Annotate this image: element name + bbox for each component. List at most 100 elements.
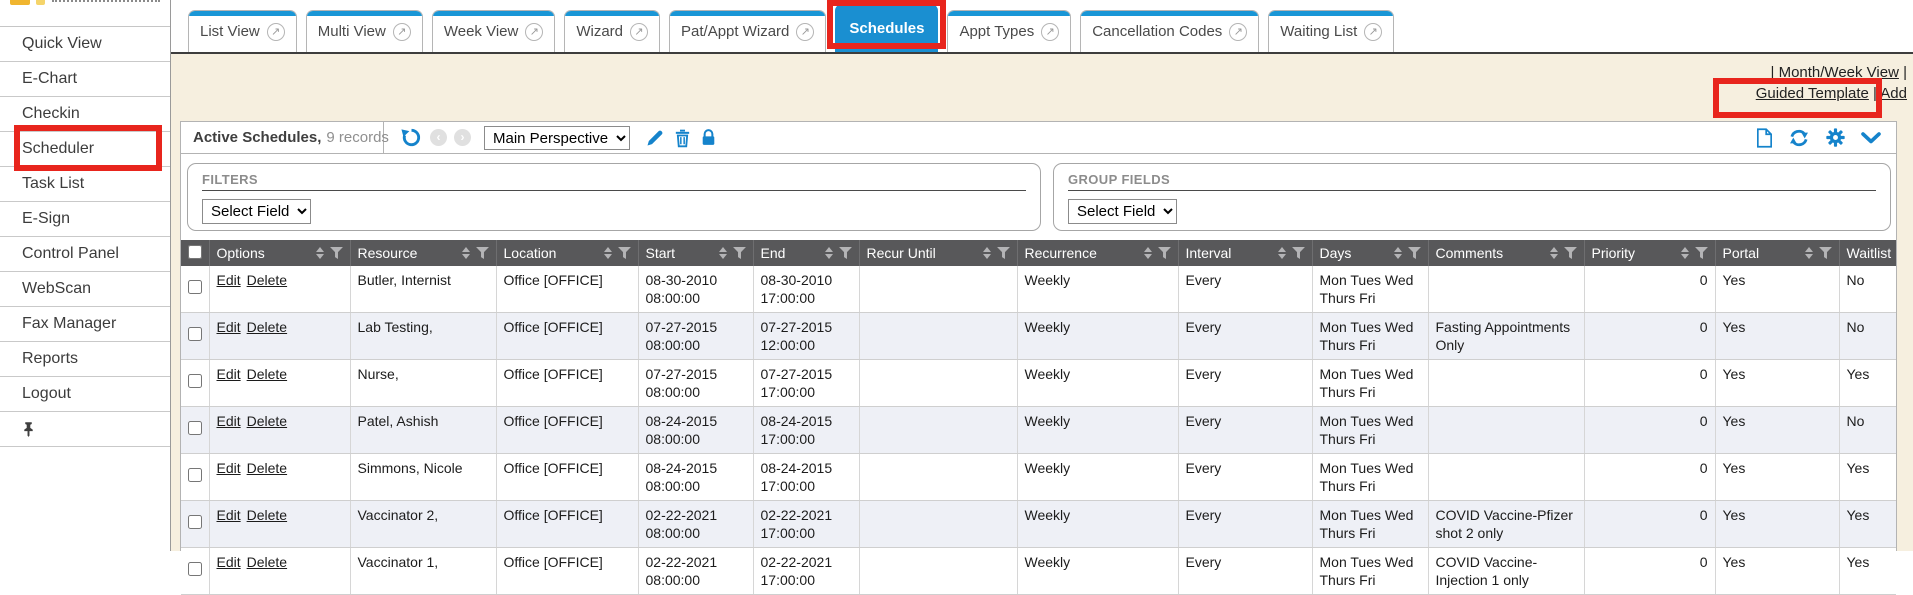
column-header-waitlist-po[interactable]: Waitlist Po bbox=[1839, 240, 1896, 266]
column-header-location[interactable]: Location bbox=[496, 240, 638, 266]
column-header-interval[interactable]: Interval bbox=[1178, 240, 1312, 266]
sort-icon[interactable] bbox=[1144, 247, 1152, 259]
delete-link[interactable]: Delete bbox=[247, 413, 287, 429]
sidebar-item-webscan[interactable]: WebScan bbox=[0, 272, 170, 307]
select-all-checkbox[interactable] bbox=[188, 245, 202, 259]
edit-link[interactable]: Edit bbox=[217, 366, 241, 382]
filter-funnel-icon[interactable] bbox=[733, 247, 746, 259]
edit-link[interactable]: Edit bbox=[217, 460, 241, 476]
popout-icon[interactable]: ↗ bbox=[525, 23, 543, 41]
filter-funnel-icon[interactable] bbox=[1292, 247, 1305, 259]
filters-field-select[interactable]: Select Field bbox=[202, 199, 311, 224]
tab-list-view[interactable]: List View ↗ bbox=[188, 10, 297, 52]
tab-wizard[interactable]: Wizard ↗ bbox=[564, 10, 660, 52]
sidebar-item-task-list[interactable]: Task List bbox=[0, 167, 170, 202]
tab-schedules[interactable]: Schedules bbox=[835, 4, 938, 52]
column-header-start[interactable]: Start bbox=[638, 240, 753, 266]
filter-funnel-icon[interactable] bbox=[1564, 247, 1577, 259]
popout-icon[interactable]: ↗ bbox=[796, 23, 814, 41]
edit-link[interactable]: Edit bbox=[217, 507, 241, 523]
group-field-select[interactable]: Select Field bbox=[1068, 199, 1177, 224]
tab-waiting-list[interactable]: Waiting List ↗ bbox=[1268, 10, 1394, 52]
popout-icon[interactable]: ↗ bbox=[393, 23, 411, 41]
add-link[interactable]: Add bbox=[1880, 85, 1907, 102]
sort-icon[interactable] bbox=[604, 247, 612, 259]
sidebar-item-control-panel[interactable]: Control Panel bbox=[0, 237, 170, 272]
gear-icon[interactable] bbox=[1825, 127, 1846, 148]
delete-link[interactable]: Delete bbox=[247, 554, 287, 570]
row-checkbox[interactable] bbox=[188, 421, 202, 435]
sort-icon[interactable] bbox=[316, 247, 324, 259]
edit-link[interactable]: Edit bbox=[217, 413, 241, 429]
column-header-recur-until[interactable]: Recur Until bbox=[859, 240, 1017, 266]
perspective-select[interactable]: Main Perspective bbox=[484, 126, 630, 150]
delete-link[interactable]: Delete bbox=[247, 507, 287, 523]
sort-icon[interactable] bbox=[1394, 247, 1402, 259]
column-header-comments[interactable]: Comments bbox=[1428, 240, 1584, 266]
filter-funnel-icon[interactable] bbox=[330, 247, 343, 259]
filter-funnel-icon[interactable] bbox=[618, 247, 631, 259]
sort-icon[interactable] bbox=[1550, 247, 1558, 259]
filter-funnel-icon[interactable] bbox=[997, 247, 1010, 259]
popout-icon[interactable]: ↗ bbox=[267, 23, 285, 41]
filter-funnel-icon[interactable] bbox=[476, 247, 489, 259]
sidebar-item-e-chart[interactable]: E-Chart bbox=[0, 62, 170, 97]
sort-icon[interactable] bbox=[1681, 247, 1689, 259]
delete-link[interactable]: Delete bbox=[247, 366, 287, 382]
popout-icon[interactable]: ↗ bbox=[1364, 23, 1382, 41]
sidebar-item-fax-manager[interactable]: Fax Manager bbox=[0, 307, 170, 342]
new-document-icon[interactable] bbox=[1756, 128, 1773, 148]
trash-icon[interactable] bbox=[674, 128, 691, 148]
filter-funnel-icon[interactable] bbox=[839, 247, 852, 259]
row-checkbox[interactable] bbox=[188, 515, 202, 529]
sidebar-pin-button[interactable] bbox=[0, 412, 170, 447]
sort-icon[interactable] bbox=[825, 247, 833, 259]
sidebar-item-checkin[interactable]: Checkin bbox=[0, 97, 170, 132]
sort-icon[interactable] bbox=[1278, 247, 1286, 259]
tab-week-view[interactable]: Week View ↗ bbox=[432, 10, 555, 52]
filter-funnel-icon[interactable] bbox=[1695, 247, 1708, 259]
delete-link[interactable]: Delete bbox=[247, 460, 287, 476]
guided-template-link[interactable]: Guided Template bbox=[1756, 85, 1869, 102]
row-checkbox[interactable] bbox=[188, 280, 202, 294]
sort-icon[interactable] bbox=[1805, 247, 1813, 259]
filter-funnel-icon[interactable] bbox=[1819, 247, 1832, 259]
filter-funnel-icon[interactable] bbox=[1408, 247, 1421, 259]
lock-icon[interactable] bbox=[700, 128, 717, 147]
edit-link[interactable]: Edit bbox=[217, 554, 241, 570]
popout-icon[interactable]: ↗ bbox=[1041, 23, 1059, 41]
popout-icon[interactable]: ↗ bbox=[1229, 23, 1247, 41]
tab-pat-appt-wizard[interactable]: Pat/Appt Wizard ↗ bbox=[669, 10, 826, 52]
column-header-portal[interactable]: Portal bbox=[1715, 240, 1839, 266]
refresh-icon[interactable] bbox=[1788, 127, 1810, 149]
sidebar-item-quick-view[interactable]: Quick View bbox=[0, 27, 170, 62]
sidebar-item-logout[interactable]: Logout bbox=[0, 377, 170, 412]
column-header-priority[interactable]: Priority bbox=[1584, 240, 1715, 266]
column-header-resource[interactable]: Resource bbox=[350, 240, 496, 266]
row-checkbox[interactable] bbox=[188, 468, 202, 482]
delete-link[interactable]: Delete bbox=[247, 319, 287, 335]
sort-icon[interactable] bbox=[719, 247, 727, 259]
tab-cancellation-codes[interactable]: Cancellation Codes ↗ bbox=[1080, 10, 1259, 52]
column-header-options[interactable]: Options bbox=[209, 240, 350, 266]
row-checkbox[interactable] bbox=[188, 374, 202, 388]
sort-icon[interactable] bbox=[462, 247, 470, 259]
popout-icon[interactable]: ↗ bbox=[630, 23, 648, 41]
sidebar-item-e-sign[interactable]: E-Sign bbox=[0, 202, 170, 237]
undo-icon[interactable] bbox=[400, 126, 423, 149]
edit-link[interactable]: Edit bbox=[217, 319, 241, 335]
delete-link[interactable]: Delete bbox=[247, 272, 287, 288]
row-checkbox[interactable] bbox=[188, 327, 202, 341]
edit-pencil-icon[interactable] bbox=[645, 128, 665, 148]
month-week-view-link[interactable]: Month/Week View bbox=[1779, 64, 1899, 81]
edit-link[interactable]: Edit bbox=[217, 272, 241, 288]
sort-icon[interactable] bbox=[983, 247, 991, 259]
tab-multi-view[interactable]: Multi View ↗ bbox=[306, 10, 423, 52]
sidebar-item-reports[interactable]: Reports bbox=[0, 342, 170, 377]
filter-funnel-icon[interactable] bbox=[1158, 247, 1171, 259]
column-header-days[interactable]: Days bbox=[1312, 240, 1428, 266]
sidebar-item-scheduler[interactable]: Scheduler bbox=[0, 132, 170, 167]
column-header-end[interactable]: End bbox=[753, 240, 859, 266]
column-header-recurrence[interactable]: Recurrence bbox=[1017, 240, 1178, 266]
tab-appt-types[interactable]: Appt Types ↗ bbox=[947, 10, 1071, 52]
